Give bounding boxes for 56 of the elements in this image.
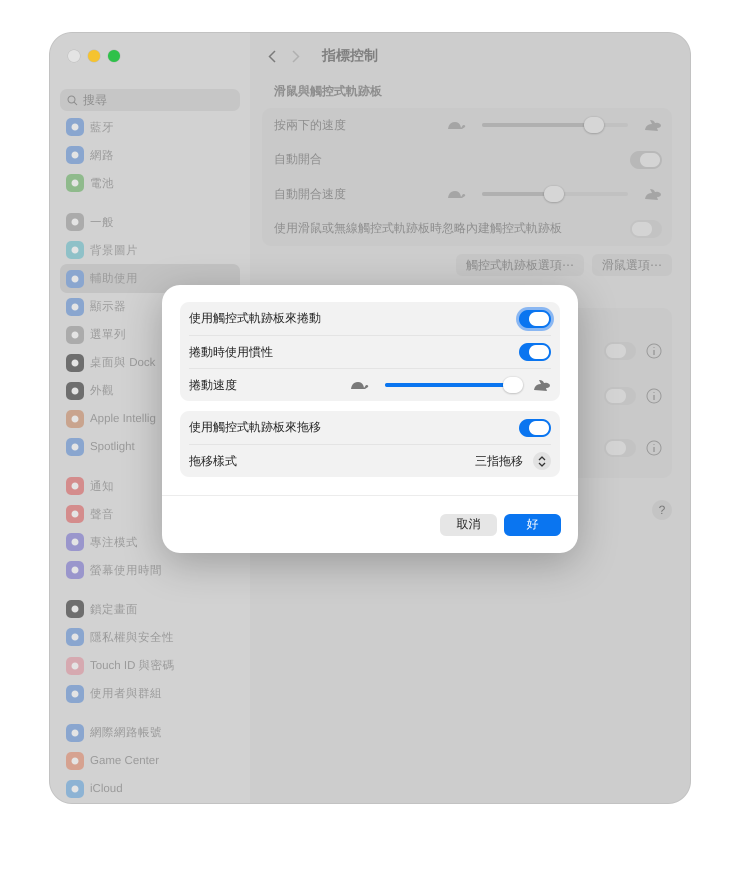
slider-thumb[interactable] [584, 117, 604, 134]
back-icon[interactable] [268, 50, 276, 62]
sidebar-item[interactable]: Game Center [60, 746, 240, 775]
ok-button[interactable]: 好 [504, 514, 561, 536]
hare-icon [644, 118, 662, 132]
toggle-switch[interactable] [519, 310, 551, 328]
sidebar-item[interactable]: 一般 [60, 208, 240, 236]
turtle-icon [446, 120, 466, 131]
sidebar-item[interactable]: Touch ID 與密碼 [60, 652, 240, 680]
select-value[interactable]: 三指拖移 [475, 452, 523, 470]
setting-label: 使用滑鼠或無線觸控式軌跡板時忽略內建觸控式軌跡板 [274, 220, 562, 238]
sidebar-item[interactable]: 隱私權與安全性 [60, 623, 240, 652]
sidebar-item[interactable]: 電池 [60, 169, 240, 198]
turtle-icon [446, 188, 466, 200]
hare-icon [644, 188, 662, 201]
info-icon[interactable] [646, 440, 662, 456]
sidebar-item[interactable]: 背景圖片 [60, 236, 240, 264]
forward-icon[interactable] [292, 50, 300, 62]
help-button[interactable]: ? [652, 500, 672, 520]
sidebar-item[interactable]: 鎖定畫面 [60, 595, 240, 624]
toggle-switch[interactable] [630, 150, 662, 169]
search-icon [67, 94, 78, 106]
toggle-switch[interactable] [519, 418, 551, 436]
cancel-button[interactable]: 取消 [440, 514, 497, 536]
sidebar-item[interactable]: 使用者與群組 [60, 680, 240, 708]
turtle-icon [349, 380, 369, 390]
window-control[interactable] [68, 50, 80, 62]
stepper-icon[interactable] [533, 452, 551, 470]
slider-thumb[interactable] [503, 377, 524, 393]
setting-label: 使用觸控式軌跡板來捲動 [189, 310, 321, 327]
section-title: 滑鼠與觸控式軌跡板 [273, 83, 383, 100]
setting-label: 使用觸控式軌跡板來拖移 [189, 419, 321, 436]
sidebar-item[interactable]: 網路 [60, 141, 240, 170]
window-control[interactable] [108, 50, 120, 62]
options-button[interactable]: 觸控式軌跡板選項⋯ [456, 254, 584, 276]
setting-label: 按兩下的速度 [274, 116, 346, 134]
setting-label: 拖移樣式 [189, 452, 237, 470]
window-control[interactable] [88, 50, 100, 62]
setting-label: 自動開合 [274, 151, 322, 168]
hare-icon [533, 378, 551, 392]
sidebar-item[interactable]: 通知 [60, 472, 240, 500]
info-icon[interactable] [646, 388, 662, 404]
sidebar-item[interactable]: iCloud [60, 774, 240, 803]
setting-label: 捲動時使用慣性 [189, 344, 273, 360]
sidebar-item[interactable]: 網際網路帳號 [60, 718, 240, 747]
setting-label: 自動開合速度 [274, 186, 346, 203]
search-field[interactable]: 搜尋 [60, 89, 240, 112]
setting-label: 捲動速度 [189, 376, 237, 394]
info-icon[interactable] [646, 342, 662, 359]
toggle-switch[interactable] [519, 343, 551, 361]
options-button[interactable]: 滑鼠選項⋯ [592, 254, 672, 276]
sidebar-item[interactable]: 聲音 [60, 500, 240, 528]
page-title: 指標控制 [322, 47, 378, 65]
sidebar-item[interactable]: 藍牙 [60, 113, 240, 142]
slider-thumb[interactable] [544, 186, 564, 202]
sidebar-item[interactable]: 專注模式 [60, 528, 240, 556]
